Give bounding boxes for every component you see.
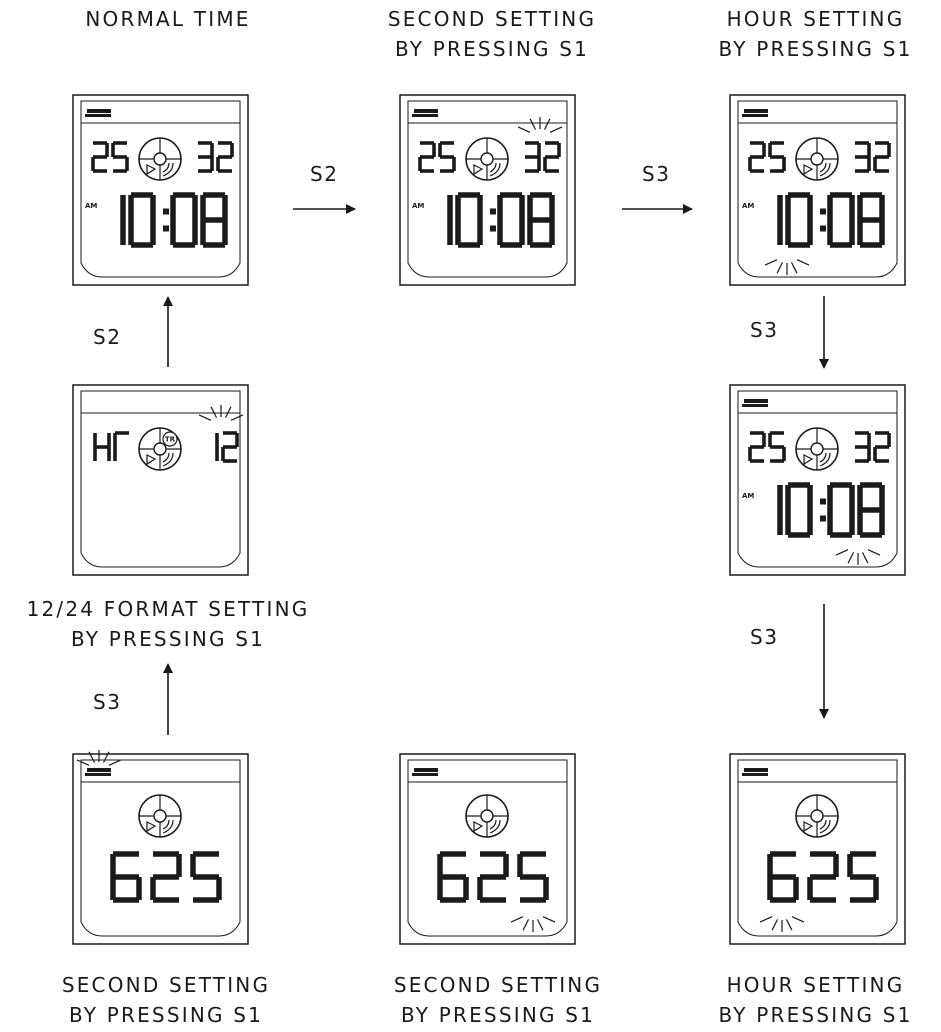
lcd-colon-dot <box>163 225 169 232</box>
lcd-colon-dot <box>820 225 826 232</box>
battery-icon <box>85 768 111 776</box>
battery-icon <box>742 399 768 407</box>
signal-dial-icon <box>138 794 182 838</box>
lcd-colon-dot <box>820 208 826 215</box>
battery-icon <box>742 768 768 776</box>
lcd-colon-dot <box>490 225 496 232</box>
ampm-indicator: AM <box>412 202 424 210</box>
lcd-screen-hour-setting: AM <box>729 94 906 286</box>
ampm-indicator: AM <box>85 202 97 210</box>
battery-icon <box>85 109 111 117</box>
lcd-screen-count-hours <box>729 753 906 945</box>
lcd-screen-count-battery <box>72 750 249 945</box>
lcd-screen-format-setting: TR <box>72 384 249 576</box>
battery-icon <box>412 109 438 117</box>
lcd-colon-dot <box>163 208 169 215</box>
ampm-indicator: AM <box>742 492 754 500</box>
lcd-colon-dot <box>490 208 496 215</box>
signal-dial-icon <box>138 137 182 181</box>
lcd-screen-second-setting: AM <box>399 94 576 286</box>
battery-icon <box>742 109 768 117</box>
lcd-colon-dot <box>820 515 826 522</box>
signal-dial-icon <box>465 137 509 181</box>
signal-dial-icon <box>795 427 839 471</box>
lcd-colon-dot <box>820 498 826 505</box>
signal-dial-icon: TR <box>138 427 182 471</box>
dial-badge: TR <box>165 436 176 444</box>
signal-dial-icon <box>465 794 509 838</box>
ampm-indicator: AM <box>742 202 754 210</box>
battery-icon <box>412 768 438 776</box>
lcd-screen-count-seconds <box>399 753 576 945</box>
lcd-screen-minute-setting: AM <box>729 384 906 576</box>
signal-dial-icon <box>795 137 839 181</box>
lcd-layer: AM AM AM AM TR <box>72 94 906 945</box>
signal-dial-icon <box>795 794 839 838</box>
lcd-screen-normal-time: AM <box>72 94 249 286</box>
